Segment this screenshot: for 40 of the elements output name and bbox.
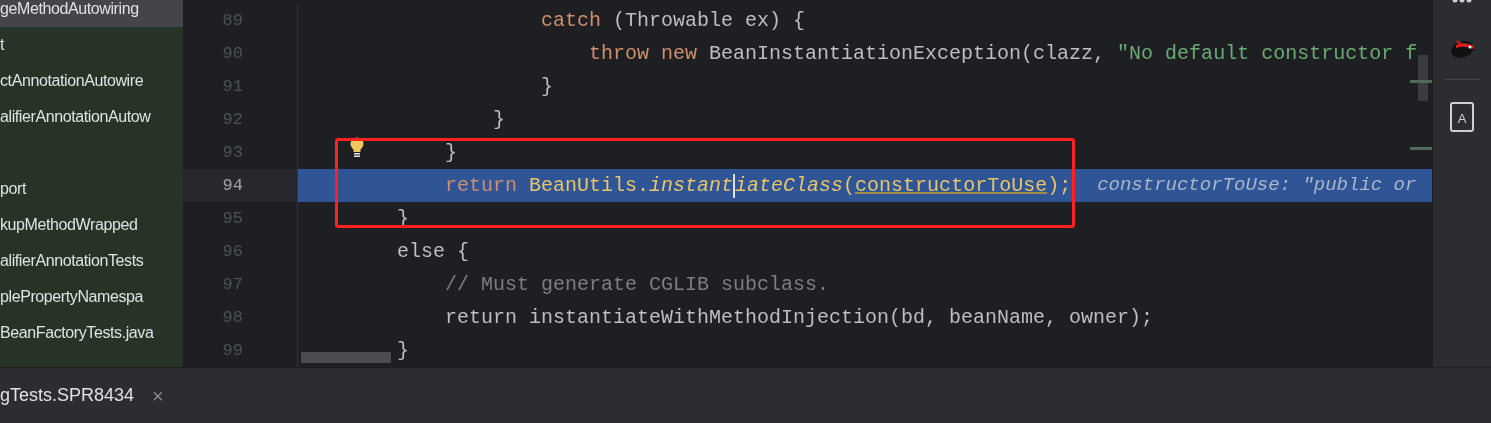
code-token: }	[541, 73, 553, 100]
change-marker	[1410, 147, 1432, 150]
code-token: }	[493, 106, 505, 133]
tree-item[interactable]: port	[0, 171, 183, 207]
tree-item[interactable]: plePropertyNamespa	[0, 279, 183, 315]
code-token: (Throwable ex) {	[612, 7, 806, 34]
code-token: iateClass	[735, 172, 844, 199]
vertical-scrollbar-thumb[interactable]	[1418, 55, 1428, 101]
code-token: BeanInstantiationException(clazz,	[708, 40, 1107, 67]
code-token: }	[445, 139, 457, 166]
book-icon[interactable]: A	[1450, 102, 1474, 132]
code-token: return instantiateWithMethodInjection(bd, beanName, owner);	[445, 304, 1154, 331]
code-token: // Must generate CGLIB subclass.	[445, 271, 830, 298]
close-button[interactable]: ×	[152, 380, 164, 411]
bird-icon[interactable]	[1448, 37, 1476, 61]
code-token: return	[445, 172, 517, 199]
code-token: constructorToUse	[855, 172, 1048, 199]
tree-item[interactable]: geMethodAutowiring	[0, 0, 183, 27]
horizontal-scrollbar-thumb[interactable]	[301, 352, 391, 363]
tree-item[interactable]: t	[0, 27, 183, 63]
tab-label[interactable]: gTests.SPR8434	[0, 382, 135, 409]
code-token: "No default constructor f	[1117, 40, 1418, 67]
code-token: throw new	[589, 40, 698, 67]
code-token: catch	[541, 7, 601, 34]
tree-item[interactable]: alifierAnnotationTests	[0, 243, 183, 279]
tree-item[interactable]: kupMethodWrapped	[0, 207, 183, 243]
code-token: (	[843, 172, 856, 199]
code-token: else {	[397, 238, 469, 265]
tree-item[interactable]: BeanFactoryTests.java	[0, 315, 183, 351]
code-token: );	[1047, 172, 1072, 199]
change-marker	[1410, 80, 1432, 83]
code-token: BeanUtils.	[528, 172, 650, 199]
code-token: }	[397, 337, 409, 364]
inline-value-hint: constructorToUse: "public or	[1097, 173, 1417, 199]
code-token: instant	[649, 172, 734, 199]
tree-item[interactable]: ctAnnotationAutowire	[0, 63, 183, 99]
book-letter: A	[1457, 109, 1467, 128]
text-caret	[733, 173, 736, 198]
tree-item[interactable]: alifierAnnotationAutow	[0, 99, 183, 135]
line-number: 94	[221, 174, 243, 197]
